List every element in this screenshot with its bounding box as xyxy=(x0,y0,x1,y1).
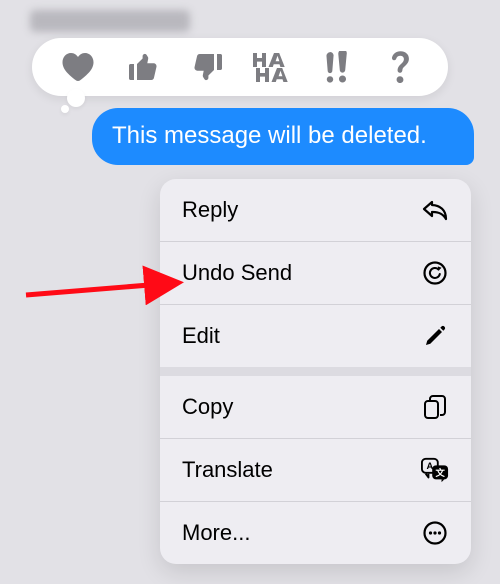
reaction-thumbs-down[interactable] xyxy=(190,49,226,85)
annotation-arrow xyxy=(6,195,186,305)
heart-icon xyxy=(61,52,95,82)
thumbs-up-icon xyxy=(128,52,158,82)
menu-item-reply[interactable]: Reply xyxy=(160,179,471,241)
reaction-heart[interactable] xyxy=(60,49,96,85)
menu-item-translate[interactable]: Translate A 文 xyxy=(160,439,471,501)
tapback-reaction-bar xyxy=(32,38,448,96)
copy-icon xyxy=(421,393,449,421)
contact-name-redacted xyxy=(30,10,190,32)
menu-item-label: Reply xyxy=(182,197,238,223)
menu-item-edit[interactable]: Edit xyxy=(160,305,471,367)
question-icon xyxy=(391,50,413,84)
undo-send-icon xyxy=(421,259,449,287)
reaction-exclaim[interactable] xyxy=(319,49,355,85)
reply-arrow-icon xyxy=(421,196,449,224)
menu-item-label: More... xyxy=(182,520,250,546)
menu-item-more[interactable]: More... xyxy=(160,502,471,564)
menu-item-label: Undo Send xyxy=(182,260,292,286)
menu-item-copy[interactable]: Copy xyxy=(160,376,471,438)
context-menu: Reply Undo Send Edit Copy Translate A xyxy=(160,179,471,564)
haha-icon xyxy=(251,52,293,82)
reaction-question[interactable] xyxy=(384,49,420,85)
menu-separator-thick xyxy=(160,367,471,376)
reaction-haha[interactable] xyxy=(254,49,290,85)
menu-item-undo-send[interactable]: Undo Send xyxy=(160,242,471,304)
reaction-thumbs-up[interactable] xyxy=(125,49,161,85)
ellipsis-circle-icon xyxy=(421,519,449,547)
message-text: This message will be deleted. xyxy=(112,122,427,149)
menu-item-label: Edit xyxy=(182,323,220,349)
pencil-icon xyxy=(421,322,449,350)
svg-text:文: 文 xyxy=(434,467,445,478)
menu-item-label: Copy xyxy=(182,394,233,420)
translate-icon: A 文 xyxy=(421,456,449,484)
exclaim-icon xyxy=(325,51,349,83)
message-bubble[interactable]: This message will be deleted. xyxy=(92,108,474,165)
thumbs-down-icon xyxy=(193,52,223,82)
menu-item-label: Translate xyxy=(182,457,273,483)
